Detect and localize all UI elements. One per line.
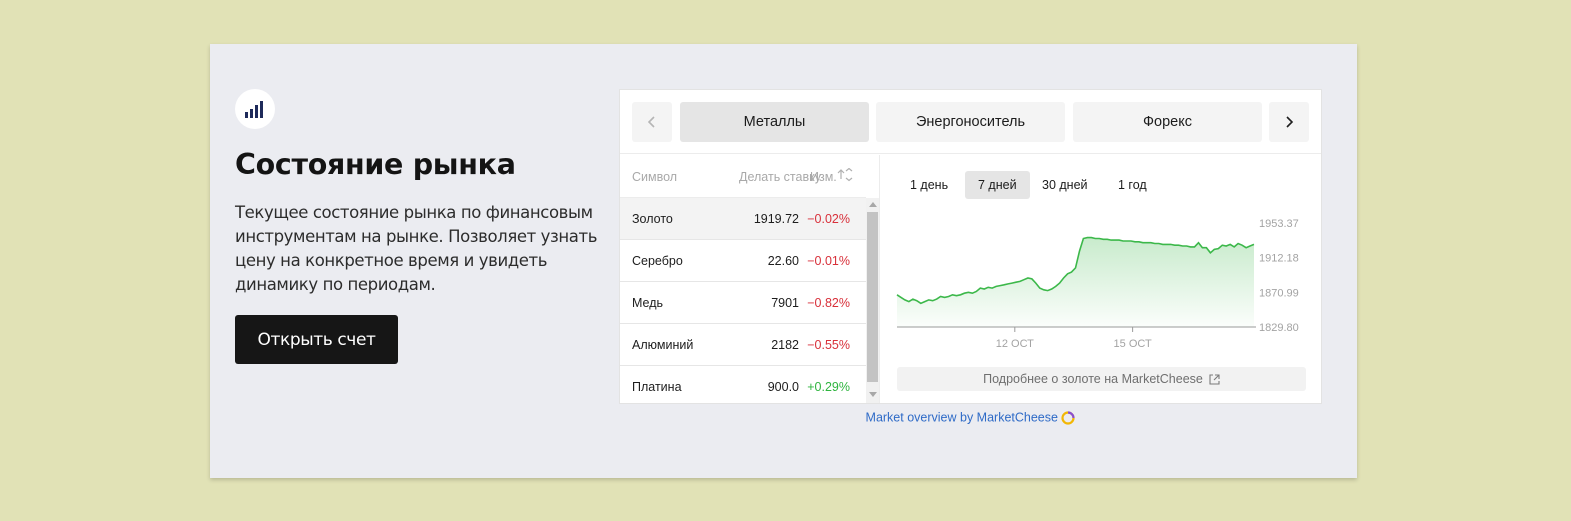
table-row[interactable]: Платина 900.0 +0.29% <box>620 366 866 403</box>
column-symbol[interactable]: Символ <box>632 170 677 184</box>
column-change[interactable]: Изм. <box>810 170 837 184</box>
more-about-gold-link[interactable]: Подробнее о золоте на MarketCheese <box>897 367 1306 391</box>
scrollbar-thumb[interactable] <box>867 212 878 382</box>
tabs-next-button[interactable] <box>1269 102 1309 142</box>
y-tick-label: 1870.99 <box>1259 287 1299 299</box>
chart-pane: 1 день 7 дней 30 дней 1 год 1953.37 1912.… <box>881 155 1321 403</box>
scroll-down-arrow-icon[interactable] <box>869 392 877 397</box>
table-header: Символ Делать ставку Изм. <box>620 155 866 198</box>
signal-bars-icon <box>245 101 263 118</box>
page-title: Состояние рынка <box>235 148 516 181</box>
chevron-right-icon <box>1286 116 1294 128</box>
price-area <box>897 237 1254 327</box>
tab-energy[interactable]: Энергоноситель <box>876 102 1065 142</box>
chevron-left-icon <box>647 116 655 128</box>
marketcheese-logo-icon <box>1061 411 1076 425</box>
y-tick-label: 1912.18 <box>1259 253 1299 265</box>
row-price: 22.60 <box>767 254 799 268</box>
instrument-table: Символ Делать ставку Изм. Золото 1919.72… <box>620 155 880 403</box>
scroll-up-arrow-icon[interactable] <box>869 202 877 207</box>
x-tick-label: 15 ОСТ <box>1114 338 1152 350</box>
period-7-days[interactable]: 7 дней <box>965 171 1030 199</box>
row-price: 900.0 <box>767 380 799 394</box>
y-tick-label: 1953.37 <box>1259 218 1299 230</box>
row-change: −0.01% <box>807 254 850 268</box>
row-change: −0.82% <box>807 296 850 310</box>
price-chart: 1953.37 1912.18 1870.99 1829.80 12 ОСТ 15 ОС… <box>896 218 1299 350</box>
external-link-icon <box>1209 373 1220 385</box>
row-symbol: Золото <box>632 212 673 226</box>
tab-metals[interactable]: Металлы <box>680 102 869 142</box>
row-change: −0.55% <box>807 338 850 352</box>
tabs-prev-button[interactable] <box>632 102 672 142</box>
tab-forex[interactable]: Форекс <box>1073 102 1262 142</box>
row-symbol: Платина <box>632 380 682 394</box>
logo-badge <box>235 89 275 129</box>
period-30-days[interactable]: 30 дней <box>1029 171 1101 199</box>
more-link-label: Подробнее о золоте на MarketCheese <box>983 372 1203 386</box>
table-row[interactable]: Медь 7901 −0.82% <box>620 282 866 324</box>
category-tabs: Металлы Энергоноситель Форекс <box>620 90 1321 154</box>
open-account-button[interactable]: Открыть счет <box>235 315 398 364</box>
row-symbol: Серебро <box>632 254 683 268</box>
market-widget: Металлы Энергоноситель Форекс Символ Дел… <box>619 89 1322 404</box>
row-price: 2182 <box>771 338 799 352</box>
x-tick-label: 12 ОСТ <box>996 338 1034 350</box>
table-row[interactable]: Алюминий 2182 −0.55% <box>620 324 866 366</box>
credit-label: Market overview by MarketCheese <box>865 410 1058 425</box>
row-change: −0.02% <box>807 212 850 226</box>
sort-icon[interactable] <box>836 168 854 182</box>
row-symbol: Алюминий <box>632 338 694 352</box>
row-change: +0.29% <box>807 380 850 394</box>
column-price[interactable]: Делать ставку <box>739 170 821 184</box>
row-symbol: Медь <box>632 296 664 310</box>
table-row[interactable]: Золото 1919.72 −0.02% <box>620 198 866 240</box>
marketcheese-credit-link[interactable]: Market overview by MarketCheese <box>619 410 1322 425</box>
table-scrollbar[interactable] <box>866 198 879 403</box>
row-price: 7901 <box>771 296 799 310</box>
period-1-day[interactable]: 1 день <box>897 171 961 199</box>
page-description: Текущее состояние рынка по финансовым ин… <box>235 203 598 294</box>
row-price: 1919.72 <box>753 212 799 226</box>
y-tick-label: 1829.80 <box>1259 322 1299 334</box>
market-overview-card: Состояние рынка Текущее состояние рынка … <box>210 44 1357 478</box>
table-row[interactable]: Серебро 22.60 −0.01% <box>620 240 866 282</box>
period-1-year[interactable]: 1 год <box>1105 171 1160 199</box>
